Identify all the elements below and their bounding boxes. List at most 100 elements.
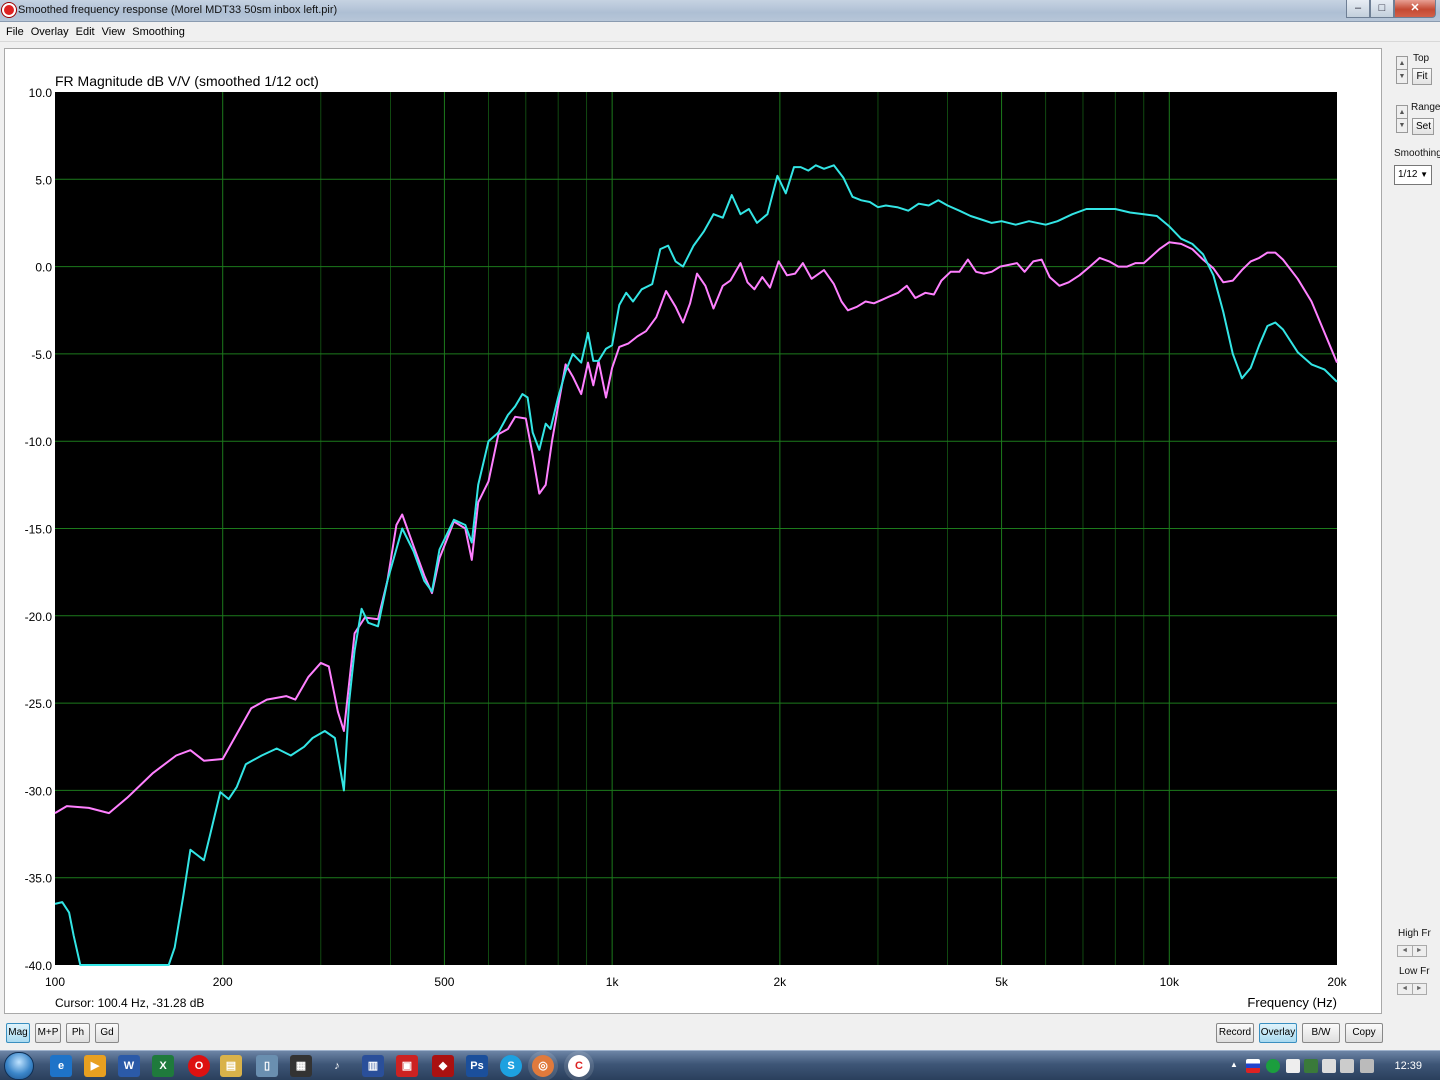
client-area: 10.0 5.0 0.0 -5.0 -10.0 -15.0 -20.0 -25.0 -30.0 -… (0, 42, 1440, 1050)
antivirus-icon[interactable] (1266, 1059, 1280, 1073)
minimize-button[interactable]: – (1346, 0, 1370, 18)
film-icon[interactable]: ▦ (290, 1055, 312, 1077)
chevron-down-icon: ▼ (1420, 170, 1428, 179)
spin-up-icon[interactable]: ▲ (1397, 57, 1407, 70)
maximize-button[interactable]: □ (1370, 0, 1394, 18)
brush-icon[interactable]: ♪ (326, 1055, 348, 1077)
spin-down-icon[interactable]: ▼ (1397, 70, 1407, 83)
x-tick-label: 200 (213, 975, 233, 989)
range-label: Range (1411, 102, 1440, 113)
document-icon[interactable]: ▯ (256, 1055, 278, 1077)
arta-watermark-r: R (1340, 110, 1350, 126)
opera-icon[interactable]: O (188, 1055, 210, 1077)
y-tick-label: -40.0 (25, 959, 53, 973)
x-tick-label: 500 (434, 975, 454, 989)
network-icon[interactable] (1304, 1059, 1318, 1073)
set-button[interactable]: Set (1412, 118, 1434, 135)
smoothing-select[interactable]: 1/12 ▼ (1394, 165, 1432, 185)
y-tick-label: 0.0 (35, 261, 52, 275)
plot-title: FR Magnitude dB V/V (smoothed 1/12 oct) (55, 73, 319, 89)
y-tick-label: -25.0 (25, 697, 53, 711)
bw-button[interactable]: B/W (1302, 1023, 1340, 1043)
photoshop-icon[interactable]: Ps (466, 1055, 488, 1077)
taskbar: e ▶ W X O ▤ ▯ ▦ ♪ ▥ ▣ ◆ Ps S ◎ C ▲ 12:39 (0, 1050, 1440, 1080)
smoothing-label: Smoothing (1394, 148, 1440, 159)
media-player-icon[interactable]: ▶ (84, 1055, 106, 1077)
notification-icon[interactable] (1286, 1059, 1300, 1073)
x-tick-label: 2k (774, 975, 788, 989)
y-tick-label: -20.0 (25, 610, 53, 624)
low-fr-label: Low Fr (1399, 966, 1430, 977)
y-tick-labels: 10.0 5.0 0.0 -5.0 -10.0 -15.0 -20.0 -25.0 -30.0 -… (25, 86, 53, 973)
group-delay-button[interactable]: Gd (95, 1023, 119, 1043)
close-button[interactable]: ✕ (1394, 0, 1436, 18)
menu-overlay[interactable]: Overlay (29, 22, 74, 41)
y-tick-label: -5.0 (31, 348, 52, 362)
right-control-panel: ▲ ▼ Top Fit ▲ ▼ Range Set Smoothing 1/12 ▼… (1388, 48, 1440, 1014)
y-tick-label: 5.0 (35, 173, 52, 187)
arta-watermark-a2: A (1340, 142, 1350, 158)
spin-right-icon[interactable]: ► (1413, 946, 1427, 956)
power-icon[interactable] (1340, 1059, 1354, 1073)
word-icon[interactable]: W (118, 1055, 140, 1077)
smoothing-value: 1/12 (1398, 169, 1418, 180)
volume-muted-icon[interactable] (1360, 1059, 1374, 1073)
arta-taskbar-icon[interactable]: C (568, 1055, 590, 1077)
excel-icon[interactable]: X (152, 1055, 174, 1077)
phase-button[interactable]: Ph (66, 1023, 90, 1043)
y-tick-label: -30.0 (25, 784, 53, 798)
mag-phase-button[interactable]: M+P (35, 1023, 61, 1043)
spin-down-icon[interactable]: ▼ (1397, 119, 1407, 132)
x-tick-labels: 100 200 500 1k 2k 5k 10k 20k (45, 975, 1348, 989)
window-controls: – □ ✕ (1346, 0, 1436, 18)
menu-smoothing[interactable]: Smoothing (130, 22, 190, 41)
top-label: Top (1413, 53, 1430, 64)
copy-button[interactable]: Copy (1345, 1023, 1383, 1043)
menu-edit[interactable]: Edit (74, 22, 100, 41)
mag-button[interactable]: Mag (6, 1023, 30, 1043)
file-explorer-icon[interactable]: ▤ (220, 1055, 242, 1077)
media-disc-icon[interactable]: ◎ (532, 1055, 554, 1077)
graph-app-icon[interactable]: ▥ (362, 1055, 384, 1077)
pdf-icon[interactable]: ◆ (432, 1055, 454, 1077)
x-tick-label: 100 (45, 975, 65, 989)
action-center-icon[interactable] (1322, 1059, 1336, 1073)
spin-left-icon[interactable]: ◄ (1398, 984, 1413, 994)
x-tick-label: 20k (1327, 975, 1347, 989)
tray-expand-icon[interactable]: ▲ (1230, 1060, 1240, 1070)
calculator-app-icon[interactable]: ▣ (396, 1055, 418, 1077)
internet-explorer-icon[interactable]: e (50, 1055, 72, 1077)
spin-right-icon[interactable]: ► (1413, 984, 1427, 994)
x-tick-label: 5k (995, 975, 1009, 989)
start-button[interactable] (4, 1052, 34, 1080)
frequency-response-chart[interactable]: 10.0 5.0 0.0 -5.0 -10.0 -15.0 -20.0 -25.0 -30.0 -… (5, 49, 1383, 1015)
low-fr-spinner[interactable]: ◄ ► (1397, 983, 1427, 995)
overlay-button[interactable]: Overlay (1259, 1023, 1297, 1043)
taskbar-clock[interactable]: 12:39 (1394, 1060, 1422, 1072)
plot-panel: 10.0 5.0 0.0 -5.0 -10.0 -15.0 -20.0 -25.0 -30.0 -… (4, 48, 1382, 1014)
top-spinner[interactable]: ▲ ▼ (1396, 56, 1408, 84)
spin-left-icon[interactable]: ◄ (1398, 946, 1413, 956)
x-tick-label: 10k (1160, 975, 1180, 989)
window-title: Smoothed frequency response (Morel MDT33… (18, 4, 338, 16)
x-axis-label: Frequency (Hz) (1247, 995, 1337, 1010)
menu-bar: File Overlay Edit View Smoothing (0, 22, 1440, 42)
language-flag-icon[interactable] (1246, 1059, 1260, 1073)
menu-file[interactable]: File (4, 22, 29, 41)
high-fr-spinner[interactable]: ◄ ► (1397, 945, 1427, 957)
range-spinner[interactable]: ▲ ▼ (1396, 105, 1408, 133)
arta-watermark-a1: A (1340, 94, 1350, 110)
spin-up-icon[interactable]: ▲ (1397, 106, 1407, 119)
x-tick-label: 1k (606, 975, 620, 989)
y-tick-label: 10.0 (29, 86, 53, 100)
arta-app-icon[interactable] (2, 3, 16, 17)
system-tray: ▲ 12:39 (1220, 1051, 1440, 1080)
menu-view[interactable]: View (100, 22, 131, 41)
record-button[interactable]: Record (1216, 1023, 1254, 1043)
y-tick-label: -15.0 (25, 523, 53, 537)
title-bar: Smoothed frequency response (Morel MDT33… (0, 0, 1440, 22)
skype-icon[interactable]: S (500, 1055, 522, 1077)
fit-button[interactable]: Fit (1412, 68, 1432, 85)
y-tick-label: -35.0 (25, 872, 53, 886)
cursor-readout: Cursor: 100.4 Hz, -31.28 dB (55, 996, 204, 1010)
